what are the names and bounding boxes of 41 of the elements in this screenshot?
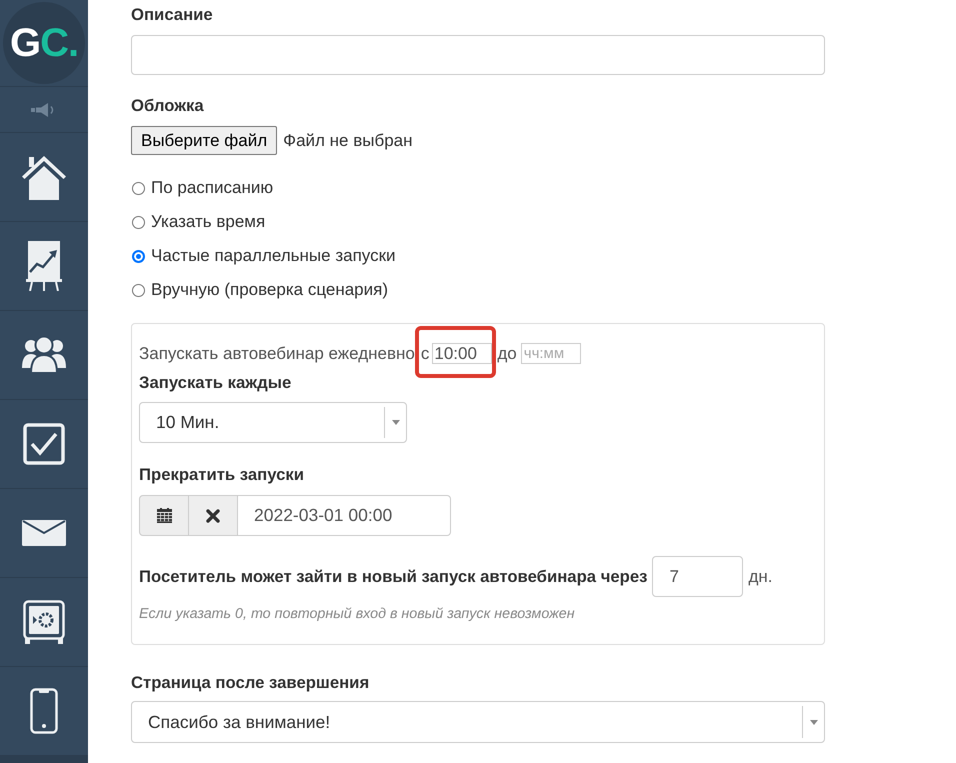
radio-label: Указать время [151,211,266,234]
checkbox-icon[interactable] [23,423,65,465]
close-icon [206,508,220,522]
radio-label: Вручную (проверка сценария) [151,279,388,302]
radio-button[interactable] [132,284,145,296]
stop-date-field[interactable]: 2022-03-01 00:00 [238,495,451,536]
start-time-field[interactable]: 10:00 [432,343,492,364]
field-label: Посетитель может зайти в новый запуск автовебинара через [139,566,648,586]
field-label: Прекратить запуски [139,465,304,485]
radio-button[interactable] [132,216,145,228]
days-unit-label: дн. [748,566,772,588]
safe-icon[interactable] [23,600,65,644]
radio-label: По расписанию [151,177,274,200]
field-label: Обложка [131,96,204,116]
choose-file-button[interactable]: Выберите файл [131,126,278,155]
field-label: Запускать каждые [139,373,292,393]
logo[interactable]: GC. [3,2,85,84]
radio-label: Частые параллельные запуски [151,245,396,268]
file-status-text: Файл не выбран [283,130,413,152]
from-label: с [420,342,430,365]
calendar-button[interactable] [139,495,189,536]
caret-icon [392,420,400,425]
people-group-icon[interactable] [22,336,66,374]
presentation-chart-icon[interactable] [26,241,62,291]
caret-icon [810,720,818,724]
interval-dropdown[interactable]: 10 Мин. [139,402,407,443]
reentry-days-field[interactable]: 7 [652,556,744,597]
mail-icon[interactable] [22,520,66,546]
clear-button[interactable] [189,495,238,536]
radio-button[interactable] [132,182,145,194]
radio-button[interactable] [132,250,145,262]
field-label: Описание [131,5,213,25]
home-icon[interactable] [22,154,66,200]
daily-launch-text: Запускать автовебинар ежедневно [139,342,415,365]
to-label: до [497,342,517,365]
calendar-icon [156,508,172,523]
field-label: Страница после завершения [131,673,370,693]
finish-page-dropdown[interactable]: Спасибо за внимание! [131,701,825,743]
hint-text: Если указать 0, то повторный вход в новый запуск невозможен [139,605,575,623]
phone-icon[interactable] [30,688,58,734]
description-field[interactable] [131,35,825,75]
